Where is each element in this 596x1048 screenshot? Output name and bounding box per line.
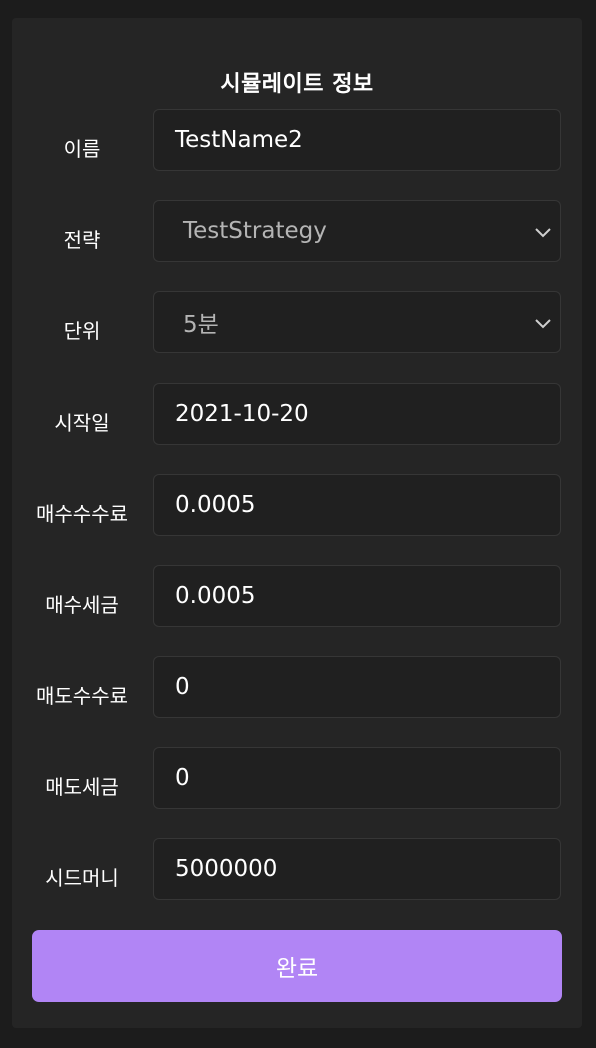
chevron-down-icon <box>535 319 551 329</box>
unit-label: 단위 <box>63 319 101 343</box>
name-label: 이름 <box>63 137 101 161</box>
buy-tax-input[interactable]: 0.0005 <box>153 565 561 627</box>
unit-select[interactable]: 5분 <box>153 291 561 353</box>
field-row-buy-tax: 매수세금 0.0005 <box>12 565 582 627</box>
sell-fee-label: 매도수수료 <box>36 684 128 708</box>
simulate-info-panel: 시뮬레이트 정보 이름 TestName2 전략 TestStrategy 단위… <box>12 18 582 1028</box>
unit-select-value: 5분 <box>183 312 219 338</box>
chevron-down-icon <box>535 228 551 238</box>
sell-tax-label: 매도세금 <box>45 775 119 799</box>
strategy-select-value: TestStrategy <box>183 218 327 244</box>
sell-tax-input[interactable]: 0 <box>153 747 561 809</box>
buy-fee-input[interactable]: 0.0005 <box>153 474 561 536</box>
field-row-name: 이름 TestName2 <box>12 109 582 171</box>
sell-fee-input[interactable]: 0 <box>153 656 561 718</box>
strategy-select[interactable]: TestStrategy <box>153 200 561 262</box>
field-row-buy-fee: 매수수수료 0.0005 <box>12 474 582 536</box>
seed-money-label: 시드머니 <box>45 866 119 890</box>
field-row-strategy: 전략 TestStrategy <box>12 200 582 262</box>
seed-money-input[interactable]: 5000000 <box>153 838 561 900</box>
buy-tax-label: 매수세금 <box>45 593 119 617</box>
panel-title: 시뮬레이트 정보 <box>220 72 374 97</box>
start-date-label: 시작일 <box>54 411 110 435</box>
name-input[interactable]: TestName2 <box>153 109 561 171</box>
submit-button[interactable]: 완료 <box>32 930 562 1002</box>
field-row-seed-money: 시드머니 5000000 <box>12 838 582 900</box>
strategy-label: 전략 <box>63 228 101 252</box>
field-row-start-date: 시작일 2021-10-20 <box>12 383 582 445</box>
buy-fee-label: 매수수수료 <box>36 502 128 526</box>
field-row-sell-fee: 매도수수료 0 <box>12 656 582 718</box>
field-row-unit: 단위 5분 <box>12 291 582 353</box>
field-row-sell-tax: 매도세금 0 <box>12 747 582 809</box>
start-date-input[interactable]: 2021-10-20 <box>153 383 561 445</box>
